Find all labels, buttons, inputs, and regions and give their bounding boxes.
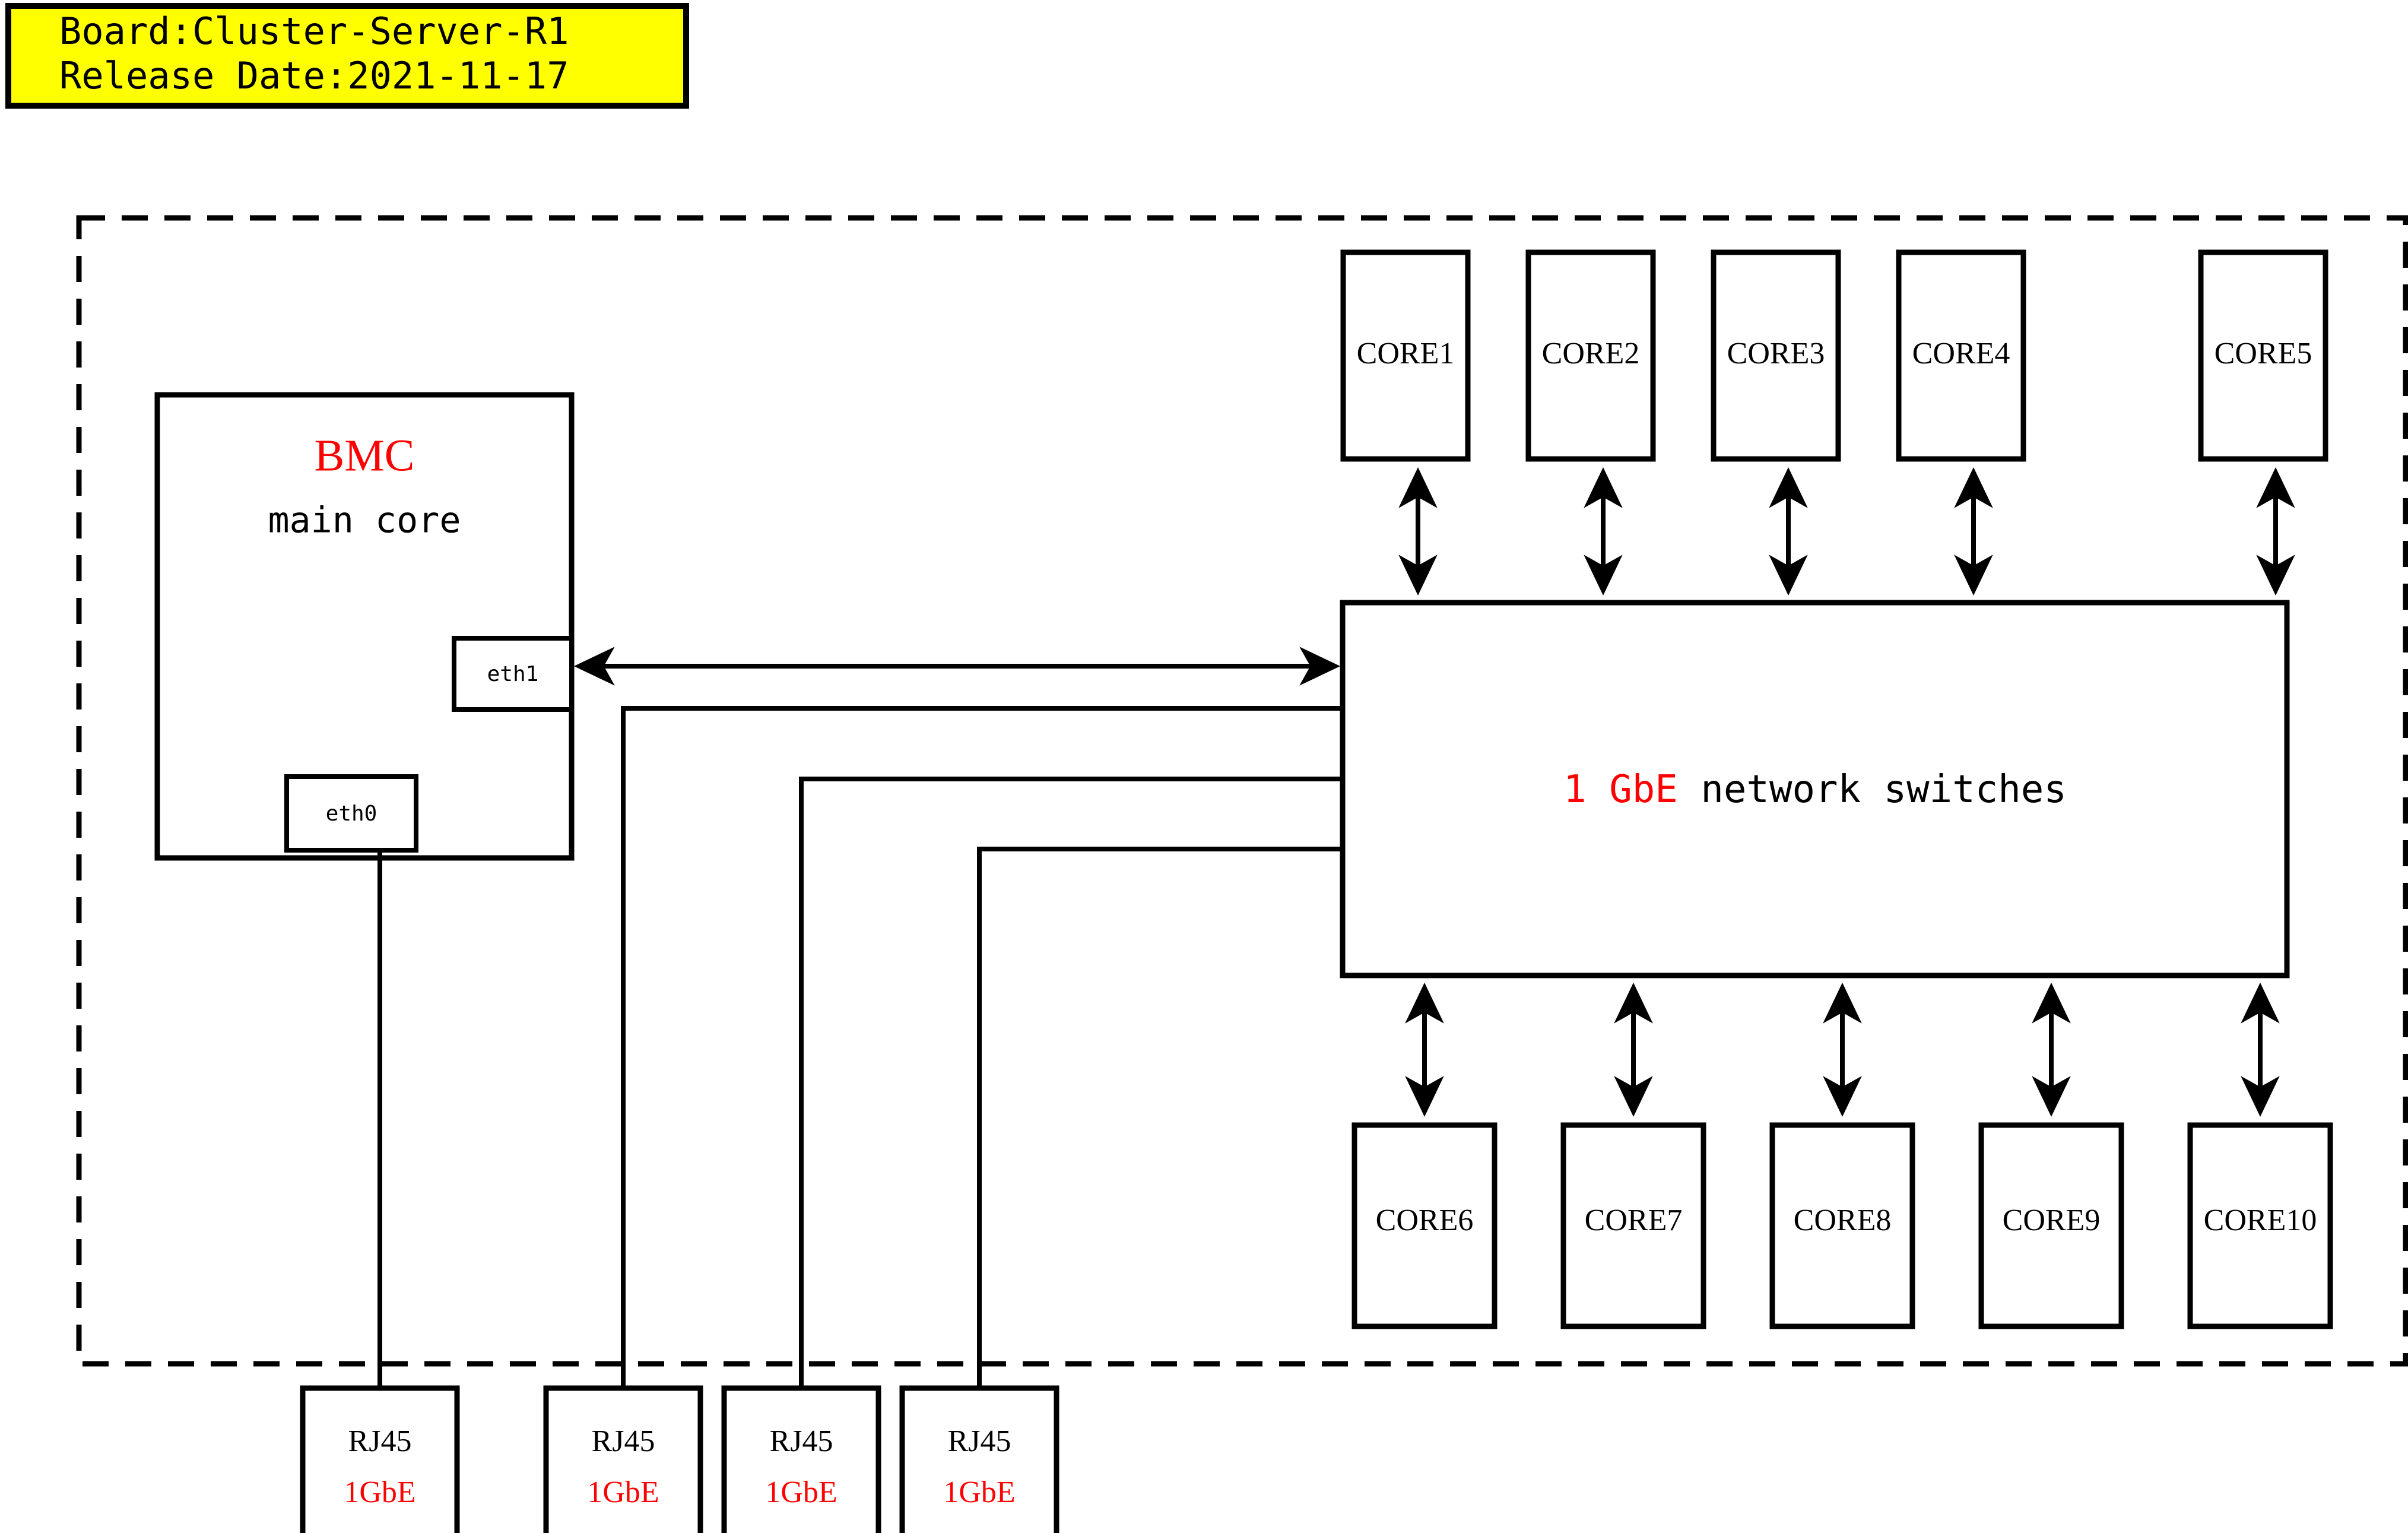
core-box-9-label: CORE9 (2003, 1203, 2101, 1237)
bmc-port-eth0-label: eth0 (326, 802, 377, 826)
switch-to-top-cores-links (1398, 467, 2295, 596)
release-date-label: Release Date:2021-11-17 (59, 54, 569, 97)
rj45-port-3[interactable]: RJ45 1GbE (721, 1385, 881, 1533)
bmc-port-eth1-label: eth1 (487, 662, 539, 686)
rj45-port-1-label: RJ45 (348, 1424, 412, 1458)
core-box-8[interactable]: CORE8 (1769, 1122, 1915, 1329)
core-box-1-label: CORE1 (1357, 337, 1455, 370)
rj45-port-2-label: RJ45 (592, 1424, 655, 1458)
core-box-10-label: CORE10 (2204, 1203, 2317, 1237)
bmc-port-eth0[interactable]: eth0 (284, 774, 418, 853)
link-switch-rj45-2 (621, 706, 1343, 1388)
board-name-label: Board:Cluster-Server-R1 (59, 9, 569, 53)
rj45-port-4-speed: 1GbE (943, 1475, 1015, 1509)
board-info-banner: Board:Cluster-Server-R1 Release Date:202… (5, 3, 689, 109)
core-box-3-label: CORE3 (1727, 337, 1825, 370)
core-box-10[interactable]: CORE10 (2187, 1122, 2333, 1329)
core-row-top: CORE1 CORE2 CORE3 CORE4 CORE5 (1340, 249, 2328, 462)
core-box-9[interactable]: CORE9 (1978, 1122, 2124, 1329)
core-box-6[interactable]: CORE6 (1351, 1122, 1498, 1329)
link-switch-rj45-4 (977, 847, 1343, 1388)
link-switch-rj45-3 (799, 777, 1343, 1388)
switch-to-bottom-cores-links (1405, 983, 2280, 1117)
core-box-7[interactable]: CORE7 (1560, 1122, 1706, 1329)
rj45-port-3-speed: 1GbE (765, 1475, 837, 1509)
core-box-7-label: CORE7 (1585, 1203, 1683, 1237)
core-box-6-label: CORE6 (1376, 1203, 1474, 1237)
rj45-port-2[interactable]: RJ45 1GbE (543, 1385, 703, 1533)
switch-to-rj45-links (621, 706, 1343, 1388)
core-box-4-label: CORE4 (1912, 337, 2010, 370)
bmc-subtitle-label: main core (268, 500, 461, 541)
network-switch-label-rest: network switches (1678, 768, 2067, 812)
bmc-port-eth1[interactable]: eth1 (452, 636, 574, 712)
rj45-port-1[interactable]: RJ45 1GbE (300, 1385, 460, 1533)
core-box-1[interactable]: CORE1 (1340, 249, 1471, 462)
core-box-4[interactable]: CORE4 (1896, 249, 2026, 462)
network-switch-label: 1 GbE network switches (1563, 768, 2067, 812)
rj45-port-1-speed: 1GbE (344, 1475, 415, 1509)
rj45-port-4-outline (899, 1385, 1059, 1533)
core-box-3[interactable]: CORE3 (1711, 249, 1841, 462)
rj45-port-3-label: RJ45 (770, 1424, 833, 1458)
core-row-bottom: CORE6 CORE7 CORE8 CORE9 CORE10 (1351, 1122, 2333, 1329)
core-box-5-label: CORE5 (2215, 337, 2312, 370)
rj45-port-3-outline (721, 1385, 881, 1533)
rj45-port-4-label: RJ45 (948, 1424, 1011, 1458)
rj45-port-2-speed: 1GbE (587, 1475, 659, 1509)
core-box-5[interactable]: CORE5 (2198, 249, 2328, 462)
rj45-port-4[interactable]: RJ45 1GbE (899, 1385, 1059, 1533)
bmc-title-label: BMC (315, 430, 415, 480)
diagram-canvas: Board:Cluster-Server-R1 Release Date:202… (0, 0, 2408, 1533)
core-box-2[interactable]: CORE2 (1525, 249, 1656, 462)
rj45-port-1-outline (300, 1385, 460, 1533)
rj45-port-2-outline (543, 1385, 703, 1533)
core-box-8-label: CORE8 (1794, 1203, 1892, 1237)
network-switch-block[interactable]: 1 GbE network switches (1340, 600, 2290, 978)
rj45-row: RJ45 1GbE RJ45 1GbE RJ45 1GbE RJ45 1GbE (300, 1385, 1059, 1533)
network-switch-label-accent: 1 GbE (1563, 768, 1678, 812)
core-box-2-label: CORE2 (1542, 337, 1640, 370)
